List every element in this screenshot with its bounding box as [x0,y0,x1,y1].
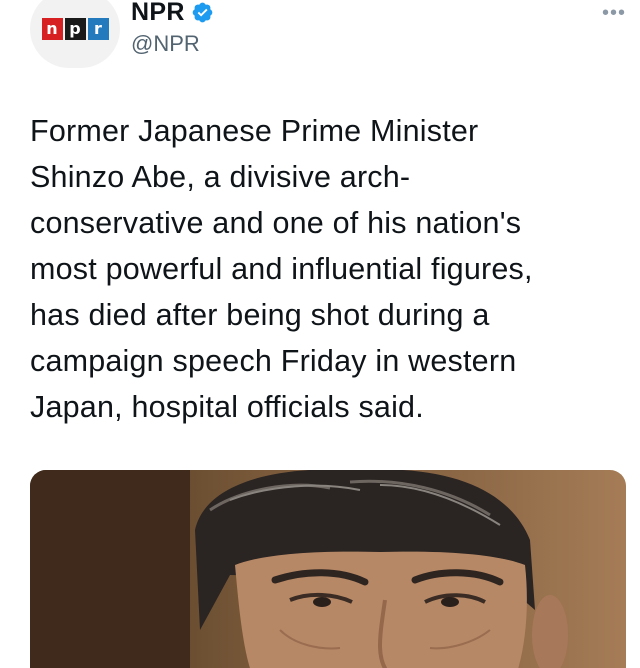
verified-badge-icon [192,2,213,23]
npr-logo-letter-r: r [87,18,109,40]
author-display-name-row[interactable]: NPR [131,0,214,27]
npr-logo: n p r [41,18,109,40]
npr-logo-letter-n: n [41,18,63,40]
npr-logo-letter-p: p [64,18,86,40]
tweet-media-photo[interactable] [30,470,626,668]
tweet-text: Former Japanese Prime Minister Shinzo Ab… [30,114,533,424]
author-display-name[interactable]: NPR [131,0,185,27]
author-handle[interactable]: @NPR [131,31,200,57]
portrait-photo [30,470,568,668]
more-options-icon[interactable]: ••• [602,2,626,25]
author-avatar[interactable]: n p r [30,0,120,68]
tweet-card: n p r NPR @NPR ••• Former Japanese Prime… [0,0,640,668]
